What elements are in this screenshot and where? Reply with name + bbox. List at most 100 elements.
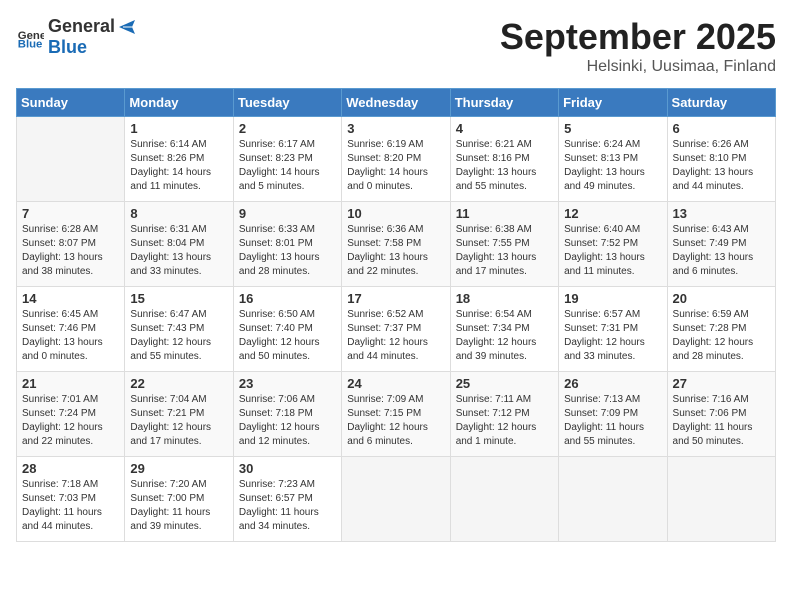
calendar-cell: 29 Sunrise: 7:20 AM Sunset: 7:00 PM Dayli… bbox=[125, 457, 233, 542]
day-number: 6 bbox=[673, 121, 770, 136]
calendar-cell: 2 Sunrise: 6:17 AM Sunset: 8:23 PM Daylig… bbox=[233, 117, 341, 202]
day-number: 21 bbox=[22, 376, 119, 391]
calendar-cell: 13Sunrise: 6:43 AM Sunset: 7:49 PM Dayli… bbox=[667, 202, 775, 287]
day-info: Sunrise: 6:57 AM Sunset: 7:31 PM Dayligh… bbox=[564, 308, 661, 364]
day-number: 29 bbox=[130, 461, 227, 476]
calendar-cell: 28 Sunrise: 7:18 AM Sunset: 7:03 PM Dayli… bbox=[17, 457, 125, 542]
day-info: Sunrise: 6:26 AM Sunset: 8:10 PM Dayligh… bbox=[673, 138, 770, 194]
calendar-cell: 8Sunrise: 6:31 AM Sunset: 8:04 PM Daylig… bbox=[125, 202, 233, 287]
day-number: 23 bbox=[239, 376, 336, 391]
day-info: Sunrise: 7:11 AM Sunset: 7:12 PM Dayligh… bbox=[456, 393, 553, 449]
calendar-cell: 23 Sunrise: 7:06 AM Sunset: 7:18 PM Dayli… bbox=[233, 372, 341, 457]
calendar-cell: 16 Sunrise: 6:50 AM Sunset: 7:40 PM Dayli… bbox=[233, 287, 341, 372]
weekday-header-row: SundayMondayTuesdayWednesdayThursdayFrid… bbox=[17, 89, 776, 117]
day-info: Sunrise: 6:21 AM Sunset: 8:16 PM Dayligh… bbox=[456, 138, 553, 194]
weekday-header-friday: Friday bbox=[559, 89, 667, 117]
day-number: 30 bbox=[239, 461, 336, 476]
day-info: Sunrise: 6:19 AM Sunset: 8:20 PM Dayligh… bbox=[347, 138, 444, 194]
weekday-header-saturday: Saturday bbox=[667, 89, 775, 117]
day-info: Sunrise: 6:59 AM Sunset: 7:28 PM Dayligh… bbox=[673, 308, 770, 364]
day-info: Sunrise: 6:43 AM Sunset: 7:49 PM Dayligh… bbox=[673, 223, 770, 279]
week-row-2: 7 Sunrise: 6:28 AM Sunset: 8:07 PM Daylig… bbox=[17, 202, 776, 287]
day-info: Sunrise: 7:23 AM Sunset: 6:57 PM Dayligh… bbox=[239, 478, 336, 534]
week-row-1: 1Sunrise: 6:14 AM Sunset: 8:26 PM Daylig… bbox=[17, 117, 776, 202]
day-info: Sunrise: 6:28 AM Sunset: 8:07 PM Dayligh… bbox=[22, 223, 119, 279]
day-info: Sunrise: 6:38 AM Sunset: 7:55 PM Dayligh… bbox=[456, 223, 553, 279]
calendar-cell: 5Sunrise: 6:24 AM Sunset: 8:13 PM Daylig… bbox=[559, 117, 667, 202]
day-info: Sunrise: 6:52 AM Sunset: 7:37 PM Dayligh… bbox=[347, 308, 444, 364]
calendar-cell: 21Sunrise: 7:01 AM Sunset: 7:24 PM Dayli… bbox=[17, 372, 125, 457]
header: General Blue General Blue September 2025… bbox=[16, 16, 776, 76]
calendar-cell: 10 Sunrise: 6:36 AM Sunset: 7:58 PM Dayli… bbox=[342, 202, 450, 287]
day-info: Sunrise: 6:40 AM Sunset: 7:52 PM Dayligh… bbox=[564, 223, 661, 279]
day-number: 17 bbox=[347, 291, 444, 306]
day-number: 24 bbox=[347, 376, 444, 391]
day-info: Sunrise: 7:16 AM Sunset: 7:06 PM Dayligh… bbox=[673, 393, 770, 449]
day-info: Sunrise: 7:06 AM Sunset: 7:18 PM Dayligh… bbox=[239, 393, 336, 449]
title-area: September 2025 Helsinki, Uusimaa, Finlan… bbox=[500, 16, 776, 76]
day-number: 27 bbox=[673, 376, 770, 391]
day-info: Sunrise: 6:50 AM Sunset: 7:40 PM Dayligh… bbox=[239, 308, 336, 364]
day-info: Sunrise: 7:20 AM Sunset: 7:00 PM Dayligh… bbox=[130, 478, 227, 534]
week-row-5: 28 Sunrise: 7:18 AM Sunset: 7:03 PM Dayli… bbox=[17, 457, 776, 542]
calendar-table: SundayMondayTuesdayWednesdayThursdayFrid… bbox=[16, 88, 776, 542]
calendar-cell: 20 Sunrise: 6:59 AM Sunset: 7:28 PM Dayli… bbox=[667, 287, 775, 372]
day-info: Sunrise: 7:04 AM Sunset: 7:21 PM Dayligh… bbox=[130, 393, 227, 449]
calendar-cell: 4Sunrise: 6:21 AM Sunset: 8:16 PM Daylig… bbox=[450, 117, 558, 202]
day-number: 7 bbox=[22, 206, 119, 221]
month-title: September 2025 bbox=[500, 16, 776, 58]
day-info: Sunrise: 6:47 AM Sunset: 7:43 PM Dayligh… bbox=[130, 308, 227, 364]
day-info: Sunrise: 7:18 AM Sunset: 7:03 PM Dayligh… bbox=[22, 478, 119, 534]
day-number: 16 bbox=[239, 291, 336, 306]
calendar-cell: 7 Sunrise: 6:28 AM Sunset: 8:07 PM Daylig… bbox=[17, 202, 125, 287]
calendar-cell: 19Sunrise: 6:57 AM Sunset: 7:31 PM Dayli… bbox=[559, 287, 667, 372]
calendar-cell: 11 Sunrise: 6:38 AM Sunset: 7:55 PM Dayli… bbox=[450, 202, 558, 287]
day-info: Sunrise: 6:17 AM Sunset: 8:23 PM Dayligh… bbox=[239, 138, 336, 194]
day-info: Sunrise: 6:36 AM Sunset: 7:58 PM Dayligh… bbox=[347, 223, 444, 279]
day-info: Sunrise: 6:31 AM Sunset: 8:04 PM Dayligh… bbox=[130, 223, 227, 279]
day-info: Sunrise: 7:13 AM Sunset: 7:09 PM Dayligh… bbox=[564, 393, 661, 449]
calendar-cell: 22Sunrise: 7:04 AM Sunset: 7:21 PM Dayli… bbox=[125, 372, 233, 457]
calendar-cell: 15 Sunrise: 6:47 AM Sunset: 7:43 PM Dayli… bbox=[125, 287, 233, 372]
weekday-header-wednesday: Wednesday bbox=[342, 89, 450, 117]
day-number: 2 bbox=[239, 121, 336, 136]
day-info: Sunrise: 6:33 AM Sunset: 8:01 PM Dayligh… bbox=[239, 223, 336, 279]
day-number: 15 bbox=[130, 291, 227, 306]
calendar-cell: 1Sunrise: 6:14 AM Sunset: 8:26 PM Daylig… bbox=[125, 117, 233, 202]
day-number: 12 bbox=[564, 206, 661, 221]
location-title: Helsinki, Uusimaa, Finland bbox=[500, 58, 776, 76]
calendar-cell bbox=[17, 117, 125, 202]
weekday-header-monday: Monday bbox=[125, 89, 233, 117]
day-info: Sunrise: 6:45 AM Sunset: 7:46 PM Dayligh… bbox=[22, 308, 119, 364]
day-info: Sunrise: 6:24 AM Sunset: 8:13 PM Dayligh… bbox=[564, 138, 661, 194]
calendar-cell: 17 Sunrise: 6:52 AM Sunset: 7:37 PM Dayli… bbox=[342, 287, 450, 372]
calendar-cell: 24 Sunrise: 7:09 AM Sunset: 7:15 PM Dayli… bbox=[342, 372, 450, 457]
logo-blue: Blue bbox=[48, 37, 139, 58]
day-number: 9 bbox=[239, 206, 336, 221]
day-number: 10 bbox=[347, 206, 444, 221]
logo-general: General bbox=[48, 16, 115, 37]
calendar-cell: 25 Sunrise: 7:11 AM Sunset: 7:12 PM Dayli… bbox=[450, 372, 558, 457]
day-info: Sunrise: 7:09 AM Sunset: 7:15 PM Dayligh… bbox=[347, 393, 444, 449]
logo-icon: General Blue bbox=[16, 23, 44, 51]
calendar-cell: 26 Sunrise: 7:13 AM Sunset: 7:09 PM Dayli… bbox=[559, 372, 667, 457]
calendar-cell bbox=[559, 457, 667, 542]
calendar-cell: 27 Sunrise: 7:16 AM Sunset: 7:06 PM Dayli… bbox=[667, 372, 775, 457]
day-number: 11 bbox=[456, 206, 553, 221]
calendar-cell: 30 Sunrise: 7:23 AM Sunset: 6:57 PM Dayli… bbox=[233, 457, 341, 542]
calendar-cell bbox=[667, 457, 775, 542]
calendar-cell: 6 Sunrise: 6:26 AM Sunset: 8:10 PM Daylig… bbox=[667, 117, 775, 202]
week-row-3: 14Sunrise: 6:45 AM Sunset: 7:46 PM Dayli… bbox=[17, 287, 776, 372]
day-number: 3 bbox=[347, 121, 444, 136]
day-number: 28 bbox=[22, 461, 119, 476]
day-info: Sunrise: 6:14 AM Sunset: 8:26 PM Dayligh… bbox=[130, 138, 227, 194]
day-number: 20 bbox=[673, 291, 770, 306]
calendar-cell: 12 Sunrise: 6:40 AM Sunset: 7:52 PM Dayli… bbox=[559, 202, 667, 287]
calendar-cell bbox=[450, 457, 558, 542]
day-number: 18 bbox=[456, 291, 553, 306]
calendar-cell: 18Sunrise: 6:54 AM Sunset: 7:34 PM Dayli… bbox=[450, 287, 558, 372]
day-number: 26 bbox=[564, 376, 661, 391]
day-number: 25 bbox=[456, 376, 553, 391]
weekday-header-tuesday: Tuesday bbox=[233, 89, 341, 117]
svg-text:Blue: Blue bbox=[18, 39, 43, 51]
